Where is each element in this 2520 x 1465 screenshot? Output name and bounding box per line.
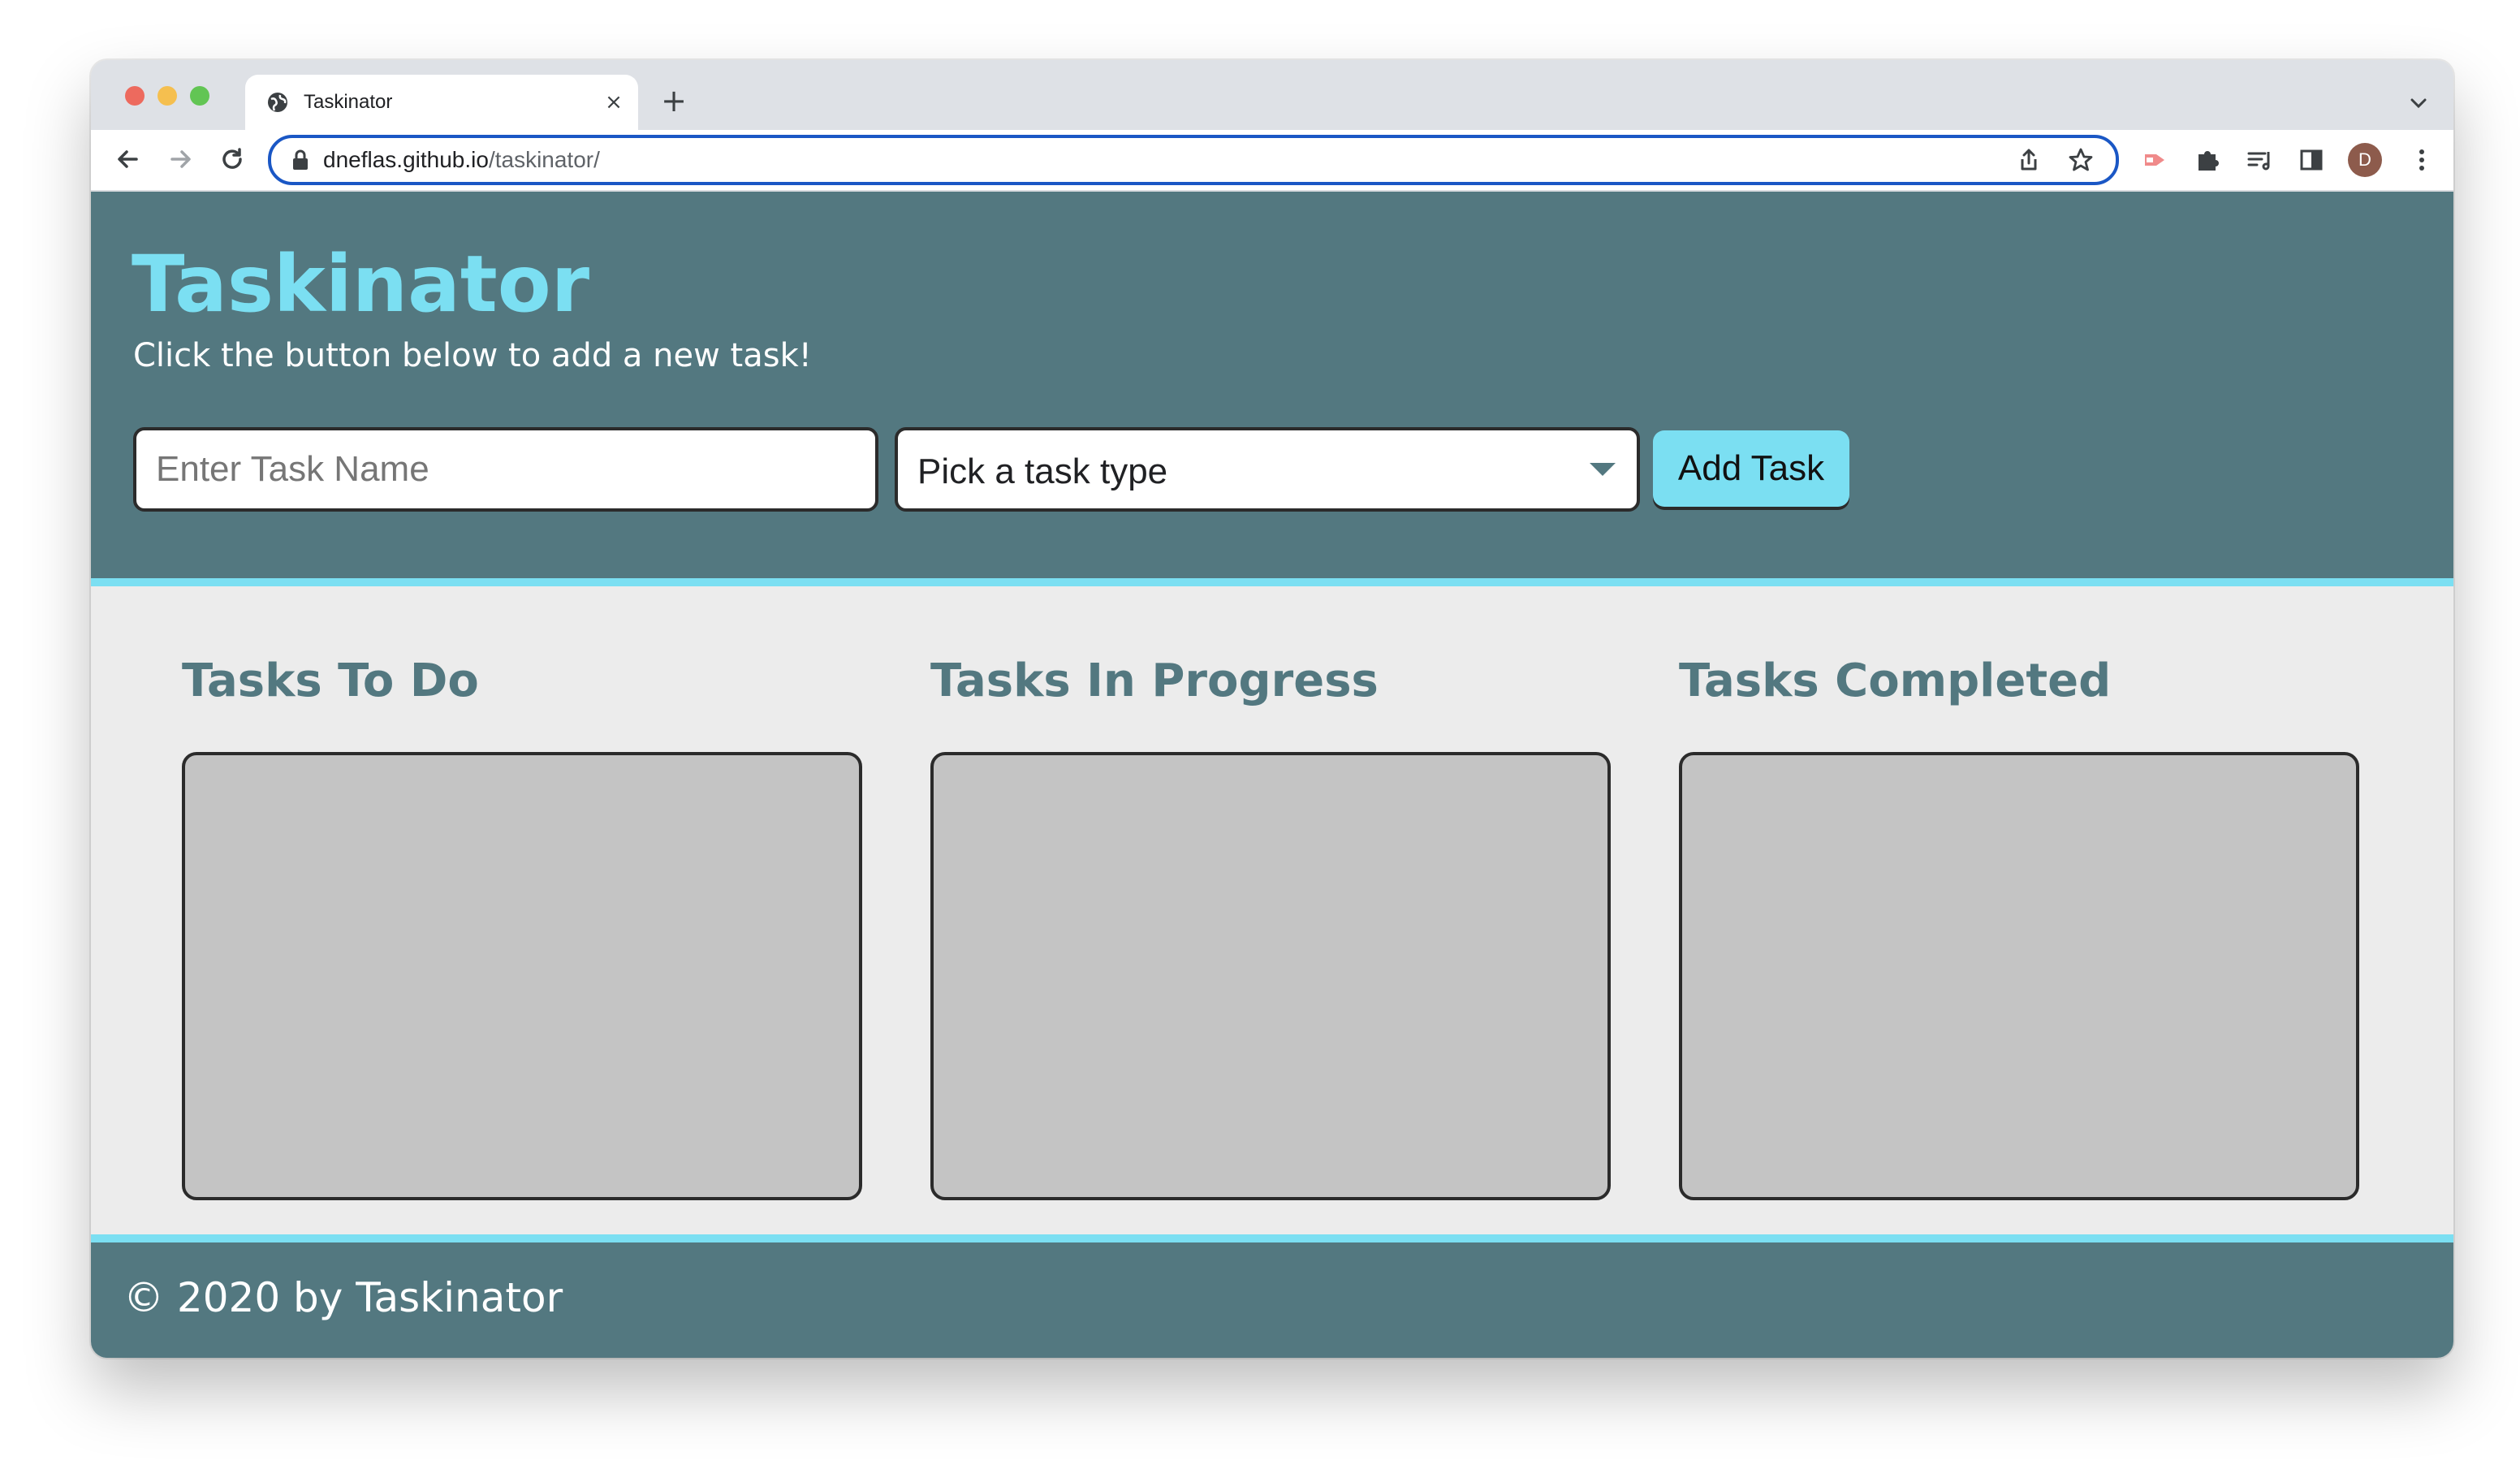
close-window-button[interactable] [125, 86, 145, 106]
maximize-window-button[interactable] [190, 86, 209, 106]
profile-avatar[interactable]: D [2348, 143, 2382, 177]
globe-icon [268, 93, 287, 112]
puzzle-icon[interactable] [2192, 145, 2223, 175]
kebab-menu-icon[interactable] [2406, 145, 2437, 175]
url-host: dneflas.github.io [323, 147, 489, 172]
forward-arrow-icon[interactable] [164, 143, 196, 175]
new-tab-button[interactable]: + [659, 85, 688, 116]
page-content: Taskinator Click the button below to add… [91, 192, 2453, 1358]
add-task-button[interactable]: Add Task [1653, 430, 1849, 507]
star-icon[interactable] [2067, 146, 2095, 174]
task-type-selected-value: Pick a task type [917, 452, 1168, 491]
page-title: Taskinator [132, 239, 590, 330]
extension-pink-icon[interactable] [2140, 145, 2171, 175]
task-list-to-do[interactable] [182, 752, 862, 1200]
column-title-to-do: Tasks To Do [182, 655, 479, 707]
minimize-window-button[interactable] [158, 86, 177, 106]
chevron-down-icon[interactable] [2406, 91, 2431, 115]
page-subtitle: Click the button below to add a new task… [133, 337, 812, 374]
browser-window: Taskinator × + dneflas.github.io/taskina… [91, 60, 2453, 1358]
tab-title: Taskinator [304, 91, 393, 113]
column-title-in-progress: Tasks In Progress [930, 655, 1379, 707]
tab-strip: Taskinator × + [91, 60, 2453, 130]
dropdown-arrow-icon [1590, 463, 1616, 476]
url-path: /taskinator/ [488, 147, 600, 172]
footer-copyright: © 2020 by Taskinator [123, 1274, 563, 1321]
task-type-select[interactable]: Pick a task type [895, 427, 1640, 512]
share-icon[interactable] [2015, 146, 2043, 174]
column-title-completed: Tasks Completed [1679, 655, 2112, 707]
reading-list-icon[interactable] [2244, 145, 2275, 175]
browser-toolbar: dneflas.github.io/taskinator/ D [91, 130, 2453, 192]
browser-tab-active[interactable]: Taskinator × [245, 75, 638, 130]
url-text: dneflas.github.io/taskinator/ [323, 146, 600, 174]
task-list-in-progress[interactable] [930, 752, 1611, 1200]
close-tab-icon[interactable]: × [602, 91, 625, 114]
back-arrow-icon[interactable] [112, 143, 145, 175]
reload-icon[interactable] [216, 143, 248, 175]
site-footer: © 2020 by Taskinator [91, 1234, 2453, 1358]
lock-icon [293, 149, 308, 170]
address-bar[interactable]: dneflas.github.io/taskinator/ [268, 135, 2119, 185]
site-header: Taskinator Click the button below to add… [91, 192, 2453, 586]
task-name-input[interactable] [133, 427, 878, 512]
side-panel-icon[interactable] [2296, 145, 2327, 175]
task-list-completed[interactable] [1679, 752, 2359, 1200]
